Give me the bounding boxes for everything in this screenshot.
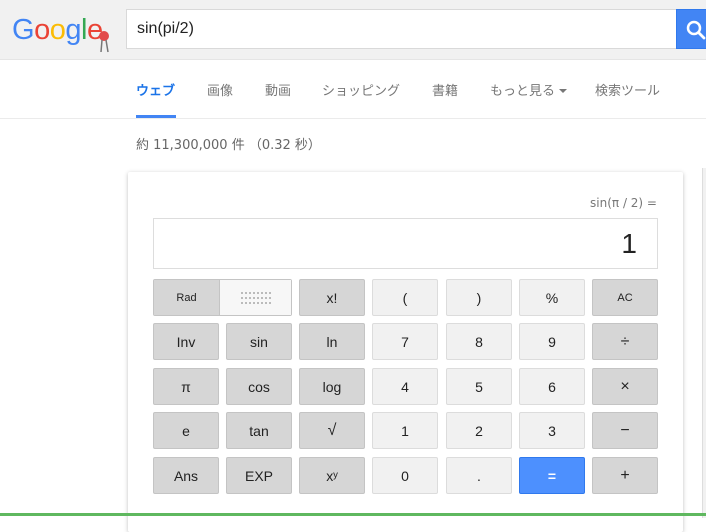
right-panel-edge	[702, 168, 706, 518]
angle-mode-toggle[interactable]: Rad	[153, 279, 292, 316]
minus-key[interactable]: −	[592, 412, 658, 449]
tan-key[interactable]: tan	[226, 412, 292, 449]
search-box[interactable]	[126, 9, 677, 49]
pi-key[interactable]: π	[153, 368, 219, 405]
ans-key[interactable]: Ans	[153, 457, 219, 494]
digit-4-key[interactable]: 4	[372, 368, 438, 405]
equals-key[interactable]: =	[519, 457, 585, 494]
euler-key[interactable]: e	[153, 412, 219, 449]
active-tab-indicator	[136, 115, 176, 118]
tab-more-label: もっと見る	[490, 84, 556, 99]
decimal-key[interactable]: .	[446, 457, 512, 494]
google-logo[interactable]: Google	[12, 14, 109, 53]
doodle-icon	[99, 31, 109, 53]
deg-dots-icon	[240, 291, 271, 304]
deg-mode-button[interactable]	[220, 280, 291, 315]
tab-search-tools[interactable]: 検索ツール	[595, 80, 660, 99]
plus-key[interactable]: +	[592, 457, 658, 494]
digit-6-key[interactable]: 6	[519, 368, 585, 405]
all-clear-key[interactable]: AC	[592, 279, 658, 316]
calculator-card: sin(π / 2) = 1 Rad x! ( ) % AC Inv sin l…	[128, 172, 683, 532]
result-stats: 約 11,300,000 件 （0.32 秒）	[136, 138, 321, 153]
sin-key[interactable]: sin	[226, 323, 292, 360]
search-input[interactable]	[127, 10, 677, 48]
left-paren-key[interactable]: (	[372, 279, 438, 316]
percent-key[interactable]: %	[519, 279, 585, 316]
exp-key[interactable]: EXP	[226, 457, 292, 494]
tab-shopping[interactable]: ショッピング	[322, 80, 400, 99]
tab-books[interactable]: 書籍	[432, 80, 458, 99]
tab-web[interactable]: ウェブ	[136, 80, 175, 99]
calculator-display: 1	[153, 218, 658, 269]
cos-key[interactable]: cos	[226, 368, 292, 405]
sqrt-key[interactable]: √	[299, 412, 365, 449]
tab-images[interactable]: 画像	[207, 80, 233, 99]
digit-3-key[interactable]: 3	[519, 412, 585, 449]
digit-2-key[interactable]: 2	[446, 412, 512, 449]
digit-7-key[interactable]: 7	[372, 323, 438, 360]
digit-1-key[interactable]: 1	[372, 412, 438, 449]
tab-more[interactable]: もっと見る	[490, 80, 568, 99]
calculator-result: 1	[621, 228, 637, 259]
divide-key[interactable]: ÷	[592, 323, 658, 360]
inverse-key[interactable]: Inv	[153, 323, 219, 360]
digit-0-key[interactable]: 0	[372, 457, 438, 494]
rad-mode-button[interactable]: Rad	[154, 280, 220, 315]
calculator-equation: sin(π / 2) =	[590, 196, 657, 210]
factorial-key[interactable]: x!	[299, 279, 365, 316]
multiply-key[interactable]: ×	[592, 368, 658, 405]
search-icon	[686, 20, 706, 40]
digit-9-key[interactable]: 9	[519, 323, 585, 360]
digit-5-key[interactable]: 5	[446, 368, 512, 405]
search-button[interactable]	[676, 9, 706, 49]
log-key[interactable]: log	[299, 368, 365, 405]
search-tabs: ウェブ 画像 動画 ショッピング 書籍 もっと見る 検索ツール	[0, 60, 706, 119]
tab-videos[interactable]: 動画	[265, 80, 291, 99]
ln-key[interactable]: ln	[299, 323, 365, 360]
right-paren-key[interactable]: )	[446, 279, 512, 316]
top-bar: Google	[0, 0, 706, 60]
chevron-down-icon	[559, 89, 568, 93]
digit-8-key[interactable]: 8	[446, 323, 512, 360]
power-key[interactable]: xʸ	[299, 457, 365, 494]
